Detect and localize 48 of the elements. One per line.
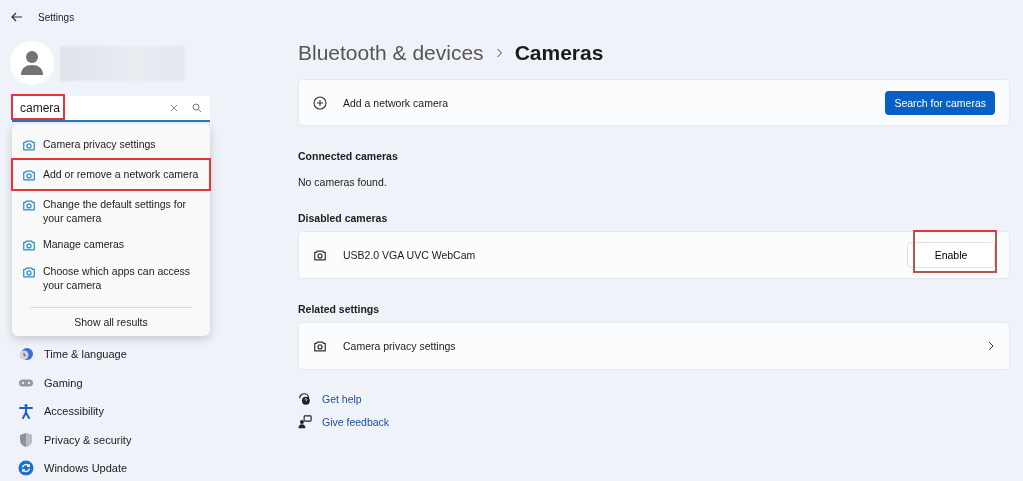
feedback-icon	[298, 415, 312, 429]
camera-icon	[22, 168, 36, 182]
nav-item[interactable]: Windows Update	[0, 454, 290, 481]
nav-item[interactable]: Time & language	[0, 340, 290, 369]
camera-icon	[22, 238, 36, 252]
accessibility-icon	[18, 403, 34, 420]
search-result[interactable]: Manage cameras	[12, 232, 210, 257]
breadcrumb-parent[interactable]: Bluetooth & devices	[298, 41, 484, 65]
camera-icon	[313, 339, 327, 353]
chevron-right-icon	[495, 48, 503, 58]
shield-icon	[18, 431, 34, 448]
search-field[interactable]: camera	[12, 96, 210, 122]
show-all-results-link[interactable]: Show all results	[12, 314, 210, 330]
card-label: Add a network camera	[343, 96, 450, 109]
page-title: Cameras	[514, 41, 604, 65]
search-result[interactable]: Add or remove a network camera	[12, 159, 210, 190]
section-heading: Related settings	[298, 303, 381, 315]
search-result[interactable]: Camera privacy settings	[12, 132, 210, 157]
section-heading: Disabled cameras	[298, 212, 389, 224]
plus-circle-icon	[313, 95, 327, 110]
avatar[interactable]	[10, 41, 54, 85]
search-result[interactable]: Choose which apps can access your camera	[12, 259, 210, 297]
camera-icon	[313, 248, 327, 262]
window-title: Settings	[38, 11, 75, 23]
enable-button[interactable]: Enable	[907, 242, 995, 268]
camera-icon	[22, 265, 36, 279]
help-link[interactable]: Get help	[322, 393, 362, 405]
search-icon	[192, 103, 202, 113]
help-icon	[298, 392, 312, 406]
person-icon	[20, 50, 44, 76]
settings-card[interactable]: Camera privacy settings	[298, 322, 1010, 370]
search-result[interactable]: Change the default settings for your camera	[12, 192, 210, 230]
nav-item[interactable]: Privacy & security	[0, 425, 290, 454]
nav-item[interactable]: Gaming	[0, 368, 290, 397]
nav-item[interactable]: Accessibility	[0, 397, 290, 426]
card-label: USB2.0 VGA UVC WebCam	[343, 249, 477, 261]
clear-icon[interactable]	[170, 104, 178, 112]
back-arrow-icon[interactable]	[10, 10, 24, 24]
camera-icon	[22, 138, 36, 152]
camera-icon	[22, 198, 36, 212]
search-cameras-button[interactable]: Search for cameras	[885, 90, 995, 115]
empty-message: No cameras found.	[298, 176, 388, 188]
feedback-link[interactable]: Give feedback	[322, 416, 390, 428]
section-heading: Connected cameras	[298, 150, 399, 162]
card-label: Camera privacy settings	[343, 340, 457, 352]
chevron-right-icon[interactable]	[987, 341, 995, 351]
update-icon	[18, 460, 34, 477]
clock-globe-icon	[18, 346, 34, 363]
